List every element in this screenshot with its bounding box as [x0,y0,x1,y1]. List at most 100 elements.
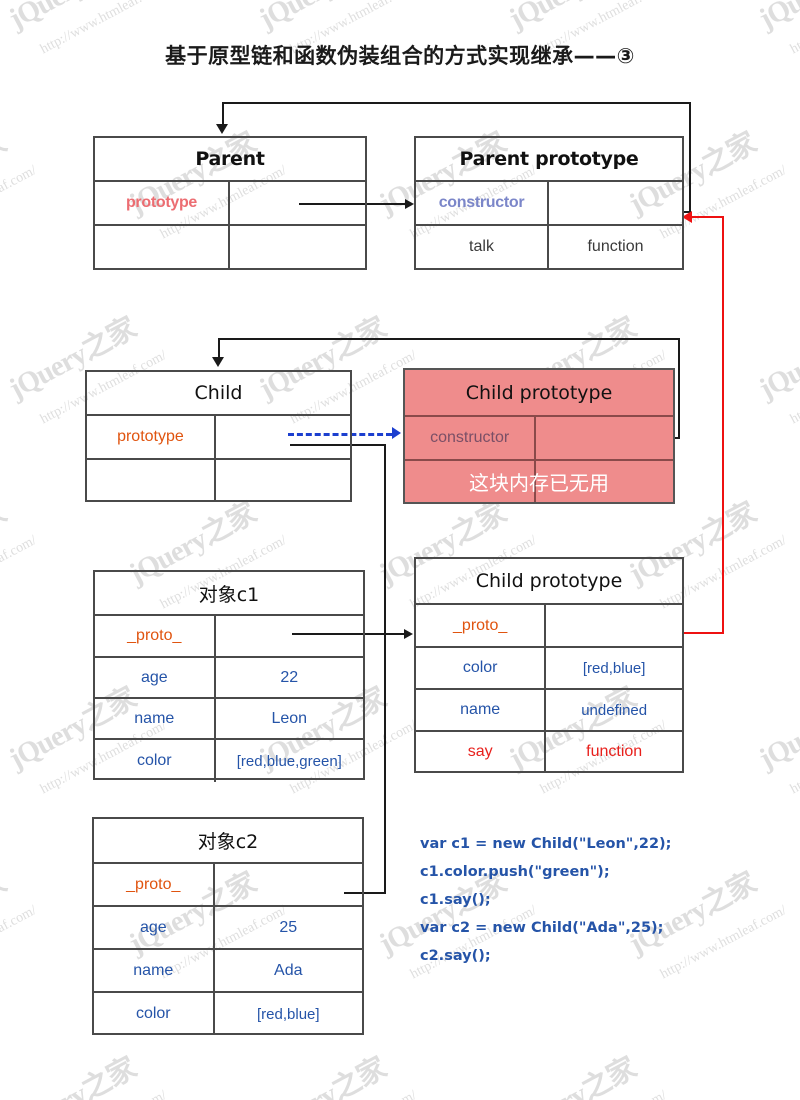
table-row: color [red,blue] [416,648,682,690]
live-say-value: function [586,742,643,760]
parent-header: Parent [95,138,365,182]
table-row: name Ada [94,950,362,993]
table-parent-prototype: Parent prototype constructor talk functi… [414,136,684,270]
table-row: name undefined [416,690,682,732]
parent-prototype-header: Parent prototype [416,138,682,182]
table-parent: Parent prototype [93,136,367,270]
table-row: constructor [416,182,682,226]
red-connector-vertical [722,216,724,634]
watermark-url: http://www.htmleaf.com/ [788,717,800,798]
table-row: color [red,blue] [94,993,362,1035]
watermark-brand: jQuery之家 [0,126,12,221]
connector-deadproto-down-to-child [218,338,220,358]
watermark-brand: jQuery之家 [0,496,12,591]
table-row: color [red,blue,green] [95,740,363,782]
watermark-brand: jQuery之家 [500,0,642,37]
live-proto-value [546,605,682,646]
child-header: Child [87,372,350,416]
child-prototype-key: prototype [87,416,216,458]
c2-name-value: Ada [274,961,303,979]
watermark-url: http://www.htmleaf.com/ [658,902,790,983]
live-name-key: name [416,690,547,730]
c1-age-key: age [95,658,216,697]
c1-proto-key: _proto_ [95,616,216,656]
table-child-prototype-unused: Child prototype constructor 这块内存已无用 [403,368,675,504]
connector-pproto-right-up [689,102,691,212]
code-line: c1.color.push("green"); [420,864,610,880]
watermark-brand: jQuery之家 [250,0,392,37]
c2-age-value: 25 [279,918,298,936]
watermark-url: http://www.htmleaf.com/ [38,1088,170,1100]
connector-pproto-down-to-parent [222,102,224,124]
child-empty-value [216,460,350,500]
c2-proto-value [215,864,362,905]
dead-memory-note: 这块内存已无用 [469,473,609,495]
code-line: c2.say(); [420,948,491,964]
watermark-brand: jQuery之家 [253,1051,392,1100]
c2-color-value: [red,blue] [257,1005,320,1023]
table-row: say function [416,732,682,771]
watermark-url: http://www.htmleaf.com/ [288,1088,420,1100]
table-row: prototype [87,416,350,460]
c1-color-value: [red,blue,green] [236,752,342,770]
table-row: constructor [405,417,673,461]
table-object-c1: 对象c1 _proto_ age 22 name Leon color [red… [93,570,365,782]
table-child: Child prototype [85,370,352,502]
code-snippet: var c1 = new Child("Leon",22); c1.color.p… [420,830,671,970]
talk-key: talk [416,226,549,268]
watermark-brand: jQuery之家 [750,0,800,37]
c2-age-key: age [94,907,215,948]
table-row [95,226,365,268]
dead-constructor-key: constructor [405,417,537,459]
arrowhead-into-child-header [212,357,224,367]
dead-prototype-header: Child prototype [405,370,673,417]
table-row [87,460,350,500]
table-row: _proto_ [416,605,682,648]
table-row: _proto_ [94,864,362,907]
code-line: c1.say(); [420,892,491,908]
watermark-brand: jQuery之家 [0,866,12,961]
parent-empty-key [95,226,230,268]
c2-name-key: name [94,950,215,991]
live-proto-key: _proto_ [416,605,547,646]
watermark-url: http://www.htmleaf.com/ [788,347,800,428]
constructor-key: constructor [416,182,549,224]
table-row: talk function [416,226,682,268]
child-empty-key [87,460,216,500]
table-object-c2: 对象c2 _proto_ age 25 name Ada color [red,… [92,817,364,1035]
child-prototype-value [216,416,350,458]
watermark-brand: jQuery之家 [0,0,142,37]
code-line: var c2 = new Child("Ada",25); [420,920,664,936]
watermark-url: http://www.htmleaf.com/ [538,1088,670,1100]
dead-constructor-value [536,417,673,459]
watermark-brand: jQuery之家 [753,1051,800,1100]
parent-prototype-key: prototype [95,182,230,224]
live-color-key: color [416,648,547,688]
watermark-brand: jQuery之家 [503,1051,642,1100]
diagram-canvas: jQuery之家http://www.htmleaf.com/jQuery之家h… [0,0,800,1100]
c1-name-key: name [95,699,216,738]
red-connector-to-pproto [692,216,724,218]
c1-name-value: Leon [271,709,308,727]
arrowhead-parent-to-parentproto [405,199,414,209]
arrowhead-into-parent-header [216,124,228,134]
connector-child-proto-down [384,444,386,894]
parent-empty-value [230,226,365,268]
watermark-brand: jQuery之家 [3,1051,142,1100]
parent-prototype-value [230,182,365,224]
red-connector-from-liveproto [682,632,724,634]
talk-value: function [587,238,644,255]
live-say-key: say [416,732,547,771]
table-row: age 22 [95,658,363,699]
c2-proto-key: _proto_ [94,864,215,905]
constructor-value [549,182,682,224]
connector-pproto-up-left [222,102,691,104]
watermark-url: http://www.htmleaf.com/ [788,1088,800,1100]
watermark-url: http://www.htmleaf.com/ [0,902,40,983]
connector-deadproto-right-up [678,338,680,438]
c1-age-value: 22 [280,668,299,686]
table-row: name Leon [95,699,363,740]
c1-proto-value [216,616,363,656]
table-row: _proto_ [95,616,363,658]
table-row: age 25 [94,907,362,950]
